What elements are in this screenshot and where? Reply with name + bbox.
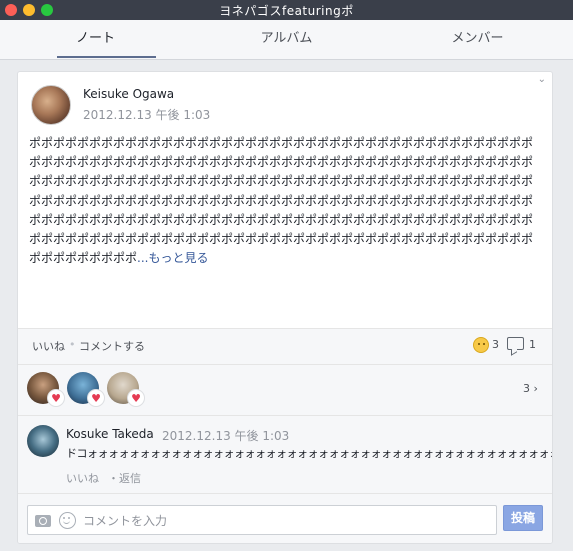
window-title: ヨネパゴスfeaturingポ — [219, 4, 354, 18]
comment-box — [27, 505, 497, 535]
separator-dot: ・ — [108, 472, 119, 485]
reactor-list: 3 › — [18, 364, 552, 415]
comment-composer: 投稿 — [18, 493, 552, 543]
heart-icon — [47, 389, 65, 407]
like-button[interactable]: いいね — [32, 338, 65, 354]
heart-icon — [87, 389, 105, 407]
post-text: ポポポポポポポポポポポポポポポポポポポポポポポポポポポポポポポポポポポポポポポポ… — [29, 136, 534, 266]
heart-icon — [127, 389, 145, 407]
comment-button[interactable]: コメントする — [79, 338, 145, 354]
tab-albums[interactable]: アルバム — [191, 20, 382, 59]
emoji-icon[interactable] — [59, 512, 76, 529]
comment-text: ドコォォォォォォォォォォォォォォォォォォォォォォォォォォォォォォォォォォォォォォ… — [66, 447, 553, 460]
smiley-icon[interactable] — [473, 337, 489, 353]
post-body: ポポポポポポポポポポポポポポポポポポポポポポポポポポポポポポポポポポポポポポポポ… — [29, 134, 544, 330]
see-more-link[interactable]: ...もっと見る — [137, 251, 208, 265]
post-author[interactable]: Keisuke Ogawa — [83, 87, 174, 101]
tab-notes[interactable]: ノート — [0, 20, 191, 59]
tab-members[interactable]: メンバー — [382, 20, 573, 59]
comment-like-button[interactable]: いいね — [66, 470, 99, 486]
tab-bar: ノート アルバム メンバー — [0, 20, 573, 60]
speech-bubble-icon[interactable] — [507, 337, 524, 350]
title-bar: ヨネパゴスfeaturingポ — [0, 0, 573, 20]
post-button[interactable]: 投稿 — [503, 505, 543, 531]
comment-input[interactable] — [83, 511, 483, 531]
chevron-down-icon[interactable]: ⌄ — [538, 74, 546, 85]
reactors-more-link[interactable]: 3 › — [523, 382, 538, 395]
reaction-count[interactable]: 3 — [492, 338, 499, 351]
comment-count[interactable]: 1 — [529, 338, 536, 351]
avatar[interactable] — [27, 425, 59, 457]
comment-timestamp: 2012.12.13 午後 1:03 — [162, 429, 290, 443]
post-header: Keisuke Ogawa 2012.12.13 午後 1:03 — [31, 85, 531, 129]
reply-button[interactable]: 返信 — [119, 470, 141, 486]
comment-author[interactable]: Kosuke Takeda — [66, 427, 154, 441]
post-timestamp[interactable]: 2012.12.13 午後 1:03 — [83, 106, 210, 123]
comment-item: Kosuke Takeda 2012.12.13 午後 1:03 ドコォォォォォ… — [18, 415, 553, 493]
camera-icon[interactable] — [35, 515, 51, 527]
action-bar: いいね • コメントする 3 1 — [18, 328, 552, 364]
separator-dot: • — [69, 338, 76, 351]
post-card: ⌄ Keisuke Ogawa 2012.12.13 午後 1:03 ポポポポポ… — [17, 71, 553, 544]
avatar[interactable] — [31, 85, 71, 125]
